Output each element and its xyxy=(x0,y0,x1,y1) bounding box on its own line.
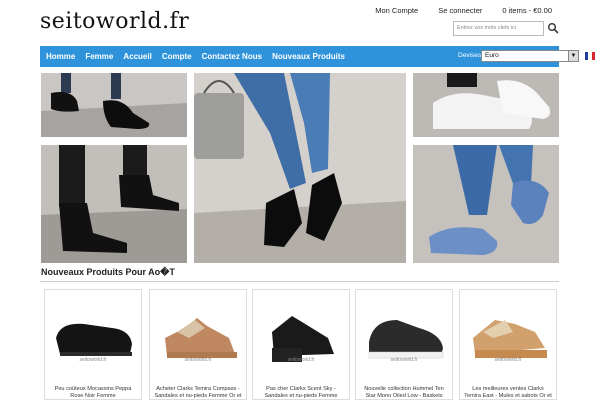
currency-value: Euro xyxy=(485,52,499,59)
currency-select[interactable]: Euro ▼ xyxy=(481,50,579,62)
product-watermark: seitoworld.fr xyxy=(184,357,212,363)
product-title[interactable]: Acheter Clarks Temira Compass - Sandales… xyxy=(154,386,242,400)
search-icon[interactable] xyxy=(547,22,559,34)
product-card[interactable]: seitoworld.fr Les meilleures ventes Clar… xyxy=(459,289,557,400)
black-lace-up-sandals-with-handbag-photo[interactable] xyxy=(194,73,406,263)
product-watermark: seitoworld.fr xyxy=(390,357,418,363)
section-divider xyxy=(40,281,559,282)
white-sneakers-photo[interactable] xyxy=(413,73,559,137)
black-ankle-boots-photo[interactable] xyxy=(41,145,187,263)
chevron-down-icon: ▼ xyxy=(568,51,578,61)
product-card[interactable]: seitoworld.fr Peu coûteux Mocassins Pepp… xyxy=(44,289,142,400)
french-flag-icon[interactable] xyxy=(585,52,595,60)
nav-item-femme[interactable]: Femme xyxy=(80,52,118,61)
nav-item-new-products[interactable]: Nouveaux Produits xyxy=(267,52,350,61)
currency-label: Devises: xyxy=(458,52,483,59)
cart-link[interactable]: 0 items - €0.00 xyxy=(502,6,552,15)
site-logo[interactable]: seitoworld.fr xyxy=(40,9,189,34)
product-title[interactable]: Peu coûteux Mocassins Peppa Rose Noir Fe… xyxy=(49,386,137,400)
section-title: Nouveaux Produits Pour Ao�T xyxy=(41,267,175,277)
black-oxford-shoes-photo[interactable] xyxy=(41,73,187,137)
product-watermark: seitoworld.fr xyxy=(494,357,522,363)
nav-item-accueil[interactable]: Accueil xyxy=(118,52,156,61)
blue-white-sneakers-photo[interactable] xyxy=(413,145,559,263)
product-title[interactable]: Pas cher Clarks Scent Sky - Sandales et … xyxy=(257,386,345,400)
product-title[interactable]: Les meilleures ventes Clarks Temira East… xyxy=(464,386,552,400)
my-account-link[interactable]: Mon Compte xyxy=(375,6,418,15)
login-link[interactable]: Se connecter xyxy=(438,6,482,15)
top-links: Mon Compte Se connecter 0 items - €0.00 xyxy=(375,6,552,15)
product-card[interactable]: seitoworld.fr Acheter Clarks Temira Comp… xyxy=(149,289,247,400)
product-title[interactable]: Nouvelle collection Hummel Ten Star Mono… xyxy=(360,386,448,400)
product-watermark: seitoworld.fr xyxy=(287,357,315,363)
product-card[interactable]: seitoworld.fr Nouvelle collection Hummel… xyxy=(355,289,453,400)
search-input[interactable]: Entrez vos mots clefs ici xyxy=(453,21,544,36)
main-nav: Homme Femme Accueil Compte Contactez Nou… xyxy=(40,46,595,67)
nav-item-contact[interactable]: Contactez Nous xyxy=(197,52,267,61)
nav-item-compte[interactable]: Compte xyxy=(157,52,197,61)
nav-item-homme[interactable]: Homme xyxy=(40,52,80,61)
product-watermark: seitoworld.fr xyxy=(79,357,107,363)
product-card[interactable]: seitoworld.fr Pas cher Clarks Scent Sky … xyxy=(252,289,350,400)
